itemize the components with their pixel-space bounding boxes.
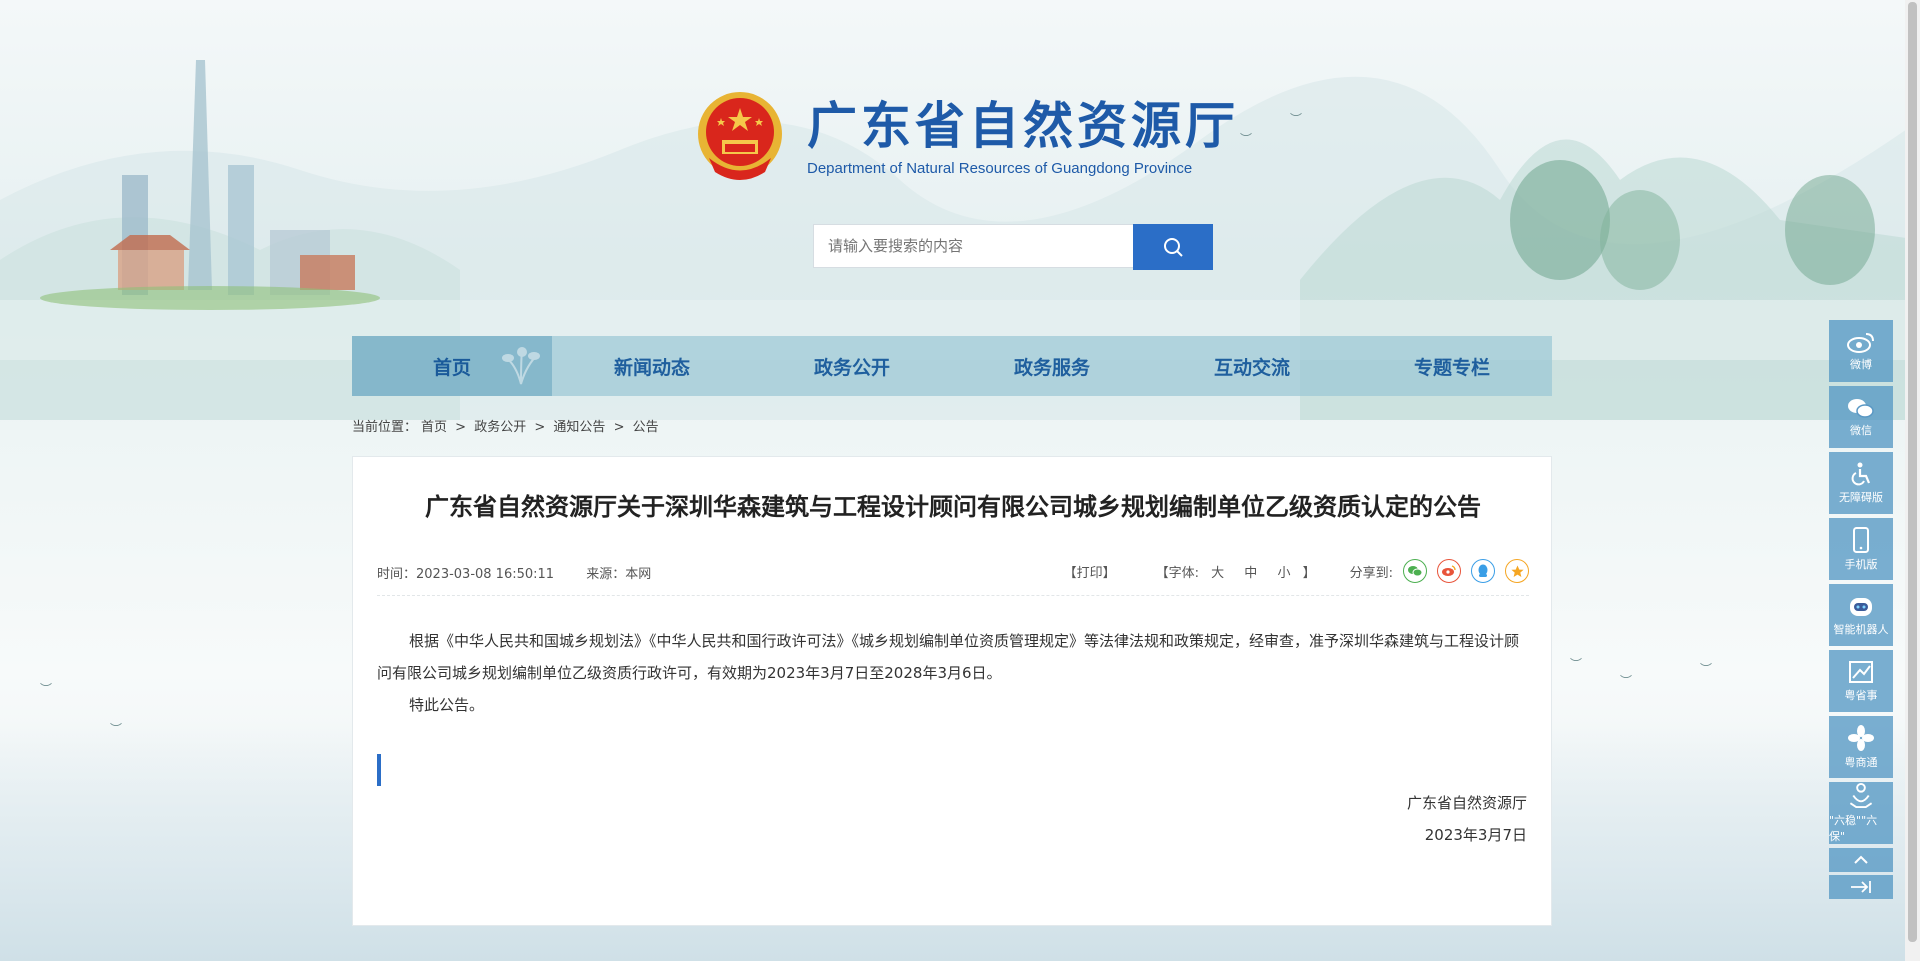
article-source: 来源：本网 bbox=[586, 567, 652, 582]
nav-item-home[interactable]: 首页 bbox=[352, 336, 552, 396]
breadcrumb-sep: > bbox=[455, 420, 467, 435]
breadcrumb-prefix: 当前位置： bbox=[352, 420, 418, 435]
nav-item-label: 互动交流 bbox=[1213, 356, 1290, 379]
article-signer: 广东省自然资源厅 bbox=[1406, 794, 1527, 812]
article-signature: 广东省自然资源厅 2023年3月7日 bbox=[1407, 787, 1527, 851]
yueshengshi-icon bbox=[1849, 660, 1873, 683]
bird-decoration: ︶ bbox=[1700, 662, 1713, 676]
share-weibo-icon[interactable] bbox=[1437, 559, 1461, 583]
sidebar-item-yueshengshi[interactable]: 粤省事 bbox=[1829, 650, 1893, 712]
main-nav: 首页 新闻动态 政务公开 政务服务 互动交流 专题专栏 bbox=[352, 336, 1552, 396]
font-size-large-button[interactable]: 大 bbox=[1211, 566, 1224, 581]
liuwen-icon bbox=[1849, 782, 1873, 809]
nav-item-special[interactable]: 专题专栏 bbox=[1352, 336, 1552, 396]
back-to-top-button[interactable] bbox=[1829, 848, 1893, 872]
font-size-small-button[interactable]: 小 bbox=[1277, 566, 1290, 581]
sidebar-item-label: 微信 bbox=[1850, 423, 1872, 437]
article-paragraph: 特此公告。 bbox=[409, 696, 485, 714]
breadcrumb-announcement[interactable]: 公告 bbox=[633, 420, 659, 435]
accessibility-icon bbox=[1851, 462, 1871, 485]
weibo-icon bbox=[1847, 332, 1874, 353]
article-paragraph: 根据《中华人民共和国城乡规划法》《中华人民共和国行政许可法》《城乡规划编制单位资… bbox=[377, 632, 1520, 682]
sidebar-item-label: 粤商通 bbox=[1844, 755, 1878, 769]
font-size-suffix: 】 bbox=[1302, 565, 1316, 581]
sidebar-item-mobile[interactable]: 手机版 bbox=[1829, 518, 1893, 580]
collapse-right-icon bbox=[1851, 881, 1871, 893]
wechat-icon bbox=[1848, 398, 1874, 418]
share-qq-icon[interactable] bbox=[1471, 559, 1495, 583]
chevron-up-icon bbox=[1854, 855, 1868, 864]
breadcrumb-notices[interactable]: 通知公告 bbox=[553, 420, 605, 435]
nav-item-news[interactable]: 新闻动态 bbox=[552, 336, 752, 396]
national-emblem-icon bbox=[698, 92, 782, 180]
breadcrumb-sep: > bbox=[613, 420, 625, 435]
mobile-icon bbox=[1853, 526, 1869, 553]
nav-item-gov-affairs[interactable]: 政务公开 bbox=[752, 336, 952, 396]
sidebar-item-yueshangtong[interactable]: 粤商通 bbox=[1829, 716, 1893, 778]
scrollbar-thumb[interactable] bbox=[1908, 2, 1917, 942]
floating-toolbar: 微博 微信 无障碍版 手机版 智能机器人 粤省事 粤商通 "六稳""六保" bbox=[1829, 320, 1893, 902]
bird-decoration: ︶ bbox=[110, 722, 123, 736]
share-label: 分享到: bbox=[1349, 565, 1393, 581]
search-icon bbox=[1164, 238, 1183, 257]
flower-decoration-icon bbox=[502, 347, 540, 385]
nav-item-gov-services[interactable]: 政务服务 bbox=[952, 336, 1152, 396]
article-date: 2023年3月7日 bbox=[1424, 826, 1527, 844]
page-scrollbar[interactable] bbox=[1905, 0, 1920, 961]
site-subtitle: Department of Natural Resources of Guang… bbox=[807, 159, 1193, 177]
sidebar-item-accessibility[interactable]: 无障碍版 bbox=[1829, 452, 1893, 514]
share-wechat-icon[interactable] bbox=[1403, 559, 1427, 583]
nav-item-label: 政务公开 bbox=[813, 356, 890, 379]
site-title: 广东省自然资源厅 bbox=[807, 95, 1239, 155]
breadcrumb-gov-affairs[interactable]: 政务公开 bbox=[474, 420, 526, 435]
search-input[interactable] bbox=[813, 224, 1133, 268]
sidebar-item-label: 无障碍版 bbox=[1839, 490, 1883, 504]
collapse-toolbar-button[interactable] bbox=[1829, 875, 1893, 899]
nav-item-label: 政务服务 bbox=[1013, 356, 1090, 379]
sidebar-item-label: "六稳""六保" bbox=[1829, 814, 1878, 843]
nav-item-label: 新闻动态 bbox=[613, 356, 690, 379]
breadcrumb-sep: > bbox=[534, 420, 546, 435]
article-title: 广东省自然资源厅关于深圳华森建筑与工程设计顾问有限公司城乡规划编制单位乙级资质认… bbox=[425, 493, 1481, 521]
bird-decoration: ︶ bbox=[1620, 674, 1633, 688]
font-size-medium-button[interactable]: 中 bbox=[1244, 566, 1257, 581]
search-bar bbox=[813, 224, 1213, 270]
article-body: 根据《中华人民共和国城乡规划法》《中华人民共和国行政许可法》《城乡规划编制单位资… bbox=[377, 625, 1529, 721]
site-logo[interactable]: 广东省自然资源厅 Department of Natural Resources… bbox=[695, 88, 1239, 184]
bird-decoration: ︶ bbox=[1570, 657, 1583, 671]
bird-decoration: ︶ bbox=[1290, 112, 1303, 126]
share-favorite-icon[interactable] bbox=[1505, 559, 1529, 583]
sidebar-item-label: 微博 bbox=[1850, 357, 1872, 371]
robot-icon bbox=[1850, 597, 1872, 616]
print-button[interactable]: 【打印】 bbox=[1064, 562, 1116, 581]
sidebar-item-weibo[interactable]: 微博 bbox=[1829, 320, 1893, 382]
breadcrumb-home[interactable]: 首页 bbox=[421, 420, 447, 435]
meta-divider bbox=[377, 595, 1529, 596]
sidebar-item-robot[interactable]: 智能机器人 bbox=[1829, 584, 1893, 646]
article-time: 时间：2023-03-08 16:50:11 bbox=[377, 567, 555, 582]
article-meta: 时间：2023-03-08 16:50:11 来源：本网 【打印】 【字体: 大… bbox=[377, 559, 1529, 585]
bird-decoration: ︶ bbox=[1240, 132, 1253, 146]
bird-decoration: ︶ bbox=[40, 682, 53, 696]
sidebar-item-label: 手机版 bbox=[1844, 557, 1878, 571]
sidebar-item-label: 粤省事 bbox=[1844, 688, 1878, 702]
font-size-prefix: 【字体: bbox=[1155, 565, 1199, 581]
nav-item-interaction[interactable]: 互动交流 bbox=[1152, 336, 1352, 396]
article-card: 广东省自然资源厅关于深圳华森建筑与工程设计顾问有限公司城乡规划编制单位乙级资质认… bbox=[352, 456, 1552, 926]
font-size-control: 【字体: 大 中 小 】 bbox=[1156, 562, 1316, 581]
nav-item-label: 首页 bbox=[432, 356, 471, 379]
yueshangtong-icon bbox=[1848, 724, 1874, 751]
search-button[interactable] bbox=[1133, 224, 1213, 270]
sidebar-item-wechat[interactable]: 微信 bbox=[1829, 386, 1893, 448]
nav-item-label: 专题专栏 bbox=[1413, 356, 1490, 379]
sidebar-item-liuwen-liubao[interactable]: "六稳""六保" bbox=[1829, 782, 1893, 844]
attachment-marker bbox=[377, 754, 381, 786]
sidebar-item-label: 智能机器人 bbox=[1833, 622, 1889, 636]
breadcrumb: 当前位置： 首页 > 政务公开 > 通知公告 > 公告 bbox=[352, 416, 663, 435]
